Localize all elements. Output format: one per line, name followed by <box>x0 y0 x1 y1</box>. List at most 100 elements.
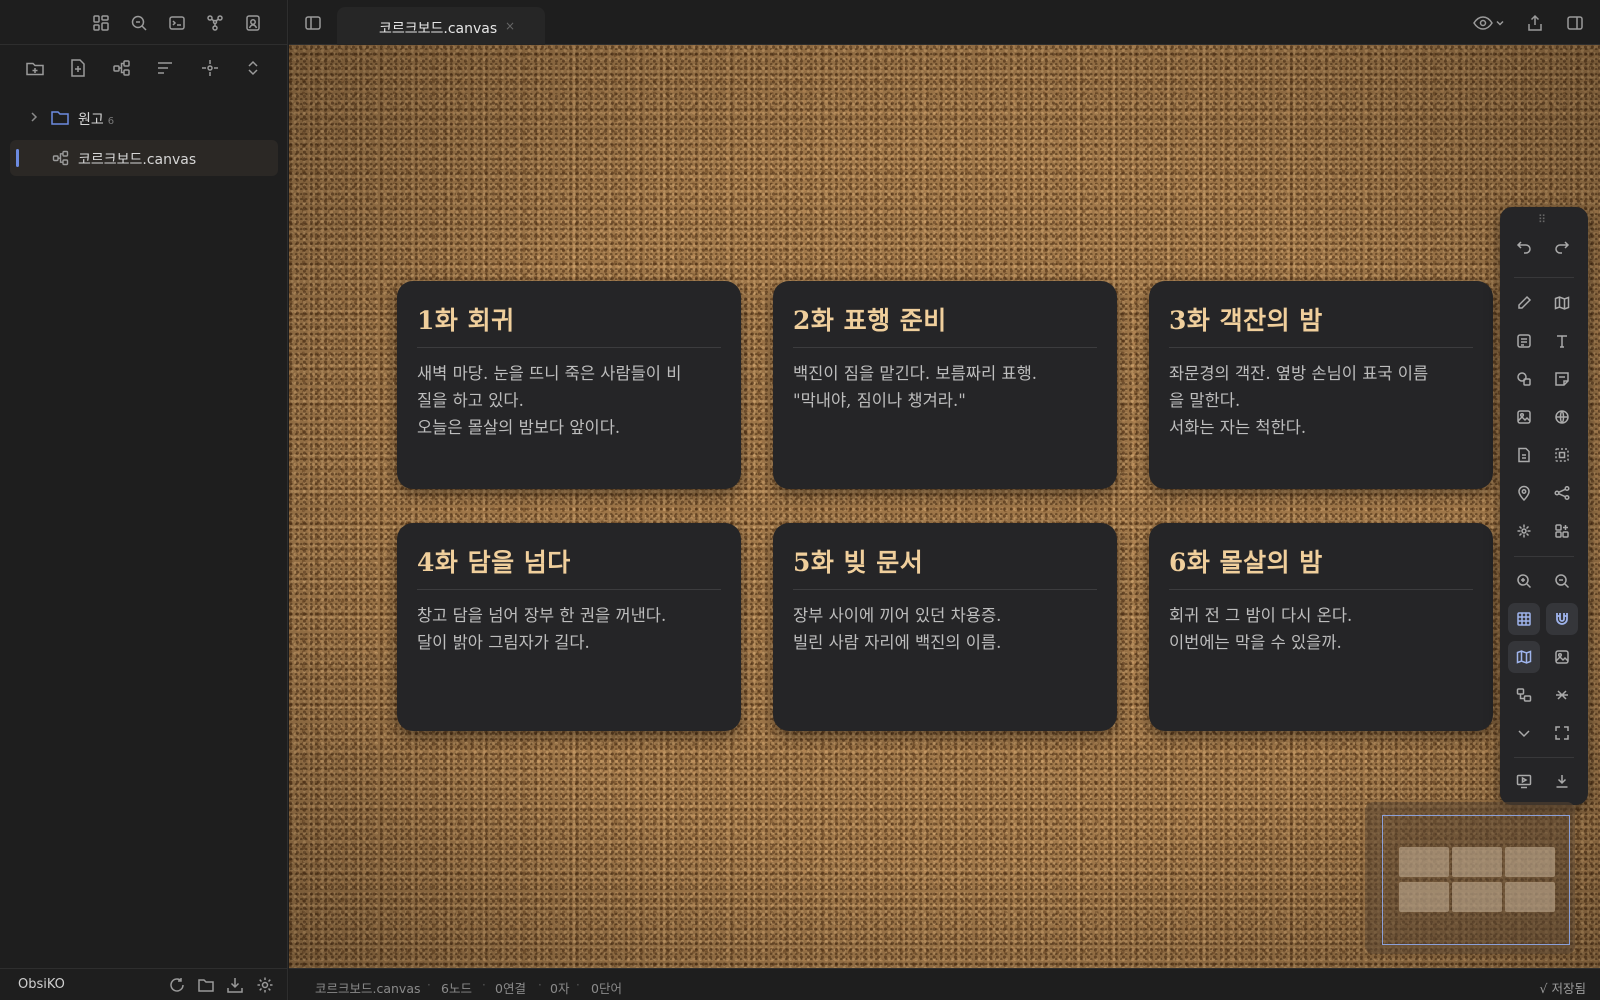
folder-icon[interactable] <box>196 975 216 995</box>
canvas-card[interactable]: 2화 표행 준비 백진이 짐을 맡긴다. 보름짜리 표행. "막내야, 짐이나 … <box>773 281 1117 489</box>
minimap-node <box>1505 882 1555 912</box>
sticky-note-icon[interactable] <box>1546 363 1578 395</box>
canvas-card[interactable]: 6화 몰살의 밤 회귀 전 그 밤이 다시 온다. 이번에는 막을 수 있을까. <box>1149 523 1493 731</box>
arrange-icon[interactable] <box>1508 679 1540 711</box>
card-body: 새벽 마당. 눈을 뜨니 죽은 사람들이 비 질을 하고 있다. 오늘은 몰살의… <box>417 364 682 437</box>
canvas-card[interactable]: 3화 객잔의 밤 좌문경의 객잔. 옆방 손님이 표국 이름 을 말한다. 서화… <box>1149 281 1493 489</box>
globe-icon[interactable] <box>1546 401 1578 433</box>
share-icon[interactable] <box>1523 11 1547 35</box>
status-word-count: 0단어 <box>591 981 622 996</box>
tree-item-label: 원고 6 <box>78 112 115 128</box>
canvas-card[interactable]: 4화 담을 넘다 창고 담을 넘어 장부 한 권을 꺼낸다. 달이 밝아 그림자… <box>397 523 741 731</box>
minimap-node <box>1452 847 1502 877</box>
folder-icon <box>50 109 70 127</box>
status-separator: · <box>427 978 431 992</box>
grid-toggle-icon[interactable] <box>1508 603 1540 635</box>
tab-title: 코르크보드.canvas <box>379 21 498 37</box>
status-char-count: 0자 <box>550 981 570 996</box>
settings-icon[interactable] <box>255 975 275 995</box>
new-canvas-icon[interactable] <box>110 56 134 80</box>
card-body: 창고 담을 넘어 장부 한 권을 꺼낸다. 달이 밝아 그림자가 길다. <box>417 606 667 652</box>
presentation-icon[interactable] <box>1508 765 1540 797</box>
undo-icon[interactable] <box>1508 231 1540 263</box>
connect-icon[interactable] <box>1546 477 1578 509</box>
tab-corkboard[interactable]: 코르크보드.canvas × <box>337 7 545 45</box>
contact-card-icon[interactable] <box>241 11 265 35</box>
collapse-icon[interactable] <box>1546 679 1578 711</box>
pencil-icon[interactable] <box>1508 287 1540 319</box>
chevron-right-icon[interactable] <box>28 111 40 123</box>
tab-close-icon[interactable]: × <box>505 19 515 33</box>
minimap-node <box>1399 882 1449 912</box>
vault-bar: ObsiKO <box>0 968 288 1000</box>
new-folder-icon[interactable] <box>23 56 47 80</box>
card-body: 장부 사이에 끼어 있던 차용증. 빌린 사람 자리에 백진의 이름. <box>793 606 1002 652</box>
group-select-icon[interactable] <box>1546 439 1578 471</box>
add-widget-icon[interactable] <box>1546 515 1578 547</box>
tree-folder-manuscript[interactable]: 원고 6 <box>10 100 278 136</box>
minimap-toggle-icon[interactable] <box>1508 641 1540 673</box>
toolbar-separator <box>1514 556 1574 557</box>
minimap-node <box>1505 847 1555 877</box>
download-icon[interactable] <box>225 975 245 995</box>
layout-grid-icon[interactable] <box>89 11 113 35</box>
reveal-file-icon[interactable] <box>198 56 222 80</box>
zoom-in-icon[interactable] <box>1508 565 1540 597</box>
graph-icon[interactable] <box>203 11 227 35</box>
status-edge-count: 0연결 <box>495 981 526 996</box>
text-card-icon[interactable] <box>1508 325 1540 357</box>
minimap-viewport[interactable] <box>1382 815 1570 945</box>
minimap-node <box>1452 882 1502 912</box>
location-pin-icon[interactable] <box>1508 477 1540 509</box>
canvas-card[interactable]: 5화 빚 문서 장부 사이에 끼어 있던 차용증. 빌린 사람 자리에 백진의 … <box>773 523 1117 731</box>
map-icon[interactable] <box>1546 287 1578 319</box>
export-download-icon[interactable] <box>1546 765 1578 797</box>
chevron-down-icon[interactable] <box>1508 717 1540 749</box>
sort-icon[interactable] <box>153 56 177 80</box>
canvas-card[interactable]: 1화 회귀 새벽 마당. 눈을 뜨니 죽은 사람들이 비 질을 하고 있다. 오… <box>397 281 741 489</box>
magnet-snap-icon[interactable] <box>1546 603 1578 635</box>
redo-icon[interactable] <box>1546 231 1578 263</box>
fullscreen-icon[interactable] <box>1546 717 1578 749</box>
terminal-icon[interactable] <box>165 11 189 35</box>
sidebar-ribbon <box>0 0 288 45</box>
status-bar: 코르크보드.canvas · 6노드 · 0연결 · 0자 · 0단어 √ 저장… <box>289 968 1600 1000</box>
card-title: 2화 표행 준비 <box>793 301 1097 348</box>
card-title: 5화 빚 문서 <box>793 543 1097 590</box>
sparkle-icon[interactable] <box>1508 515 1540 547</box>
drag-handle-icon[interactable]: ⠿ <box>1538 213 1546 226</box>
status-saved: √ 저장됨 <box>1539 981 1586 996</box>
background-image-icon[interactable] <box>1546 641 1578 673</box>
left-sidebar: 원고 6 코르크보드.canvas ObsiKO <box>0 0 288 1000</box>
shapes-icon[interactable] <box>1508 363 1540 395</box>
status-node-count: 6노드 <box>441 981 472 996</box>
status-separator: · <box>576 978 580 992</box>
card-body: 좌문경의 객잔. 옆방 손님이 표국 이름 을 말한다. 서화는 자는 척한다. <box>1169 364 1429 437</box>
search-icon[interactable] <box>127 11 151 35</box>
folder-count: 6 <box>107 116 115 127</box>
zoom-out-icon[interactable] <box>1546 565 1578 597</box>
card-body: 백진이 짐을 맡긴다. 보름짜리 표행. "막내야, 짐이나 챙겨라." <box>793 364 1037 410</box>
card-title: 1화 회귀 <box>417 301 721 348</box>
vault-switcher[interactable]: ObsiKO <box>18 977 65 992</box>
canvas-file-icon <box>52 149 70 167</box>
tree-file-corkboard[interactable]: 코르크보드.canvas <box>10 140 278 176</box>
view-mode-icon[interactable] <box>1469 11 1509 35</box>
tab-bar: 코르크보드.canvas × <box>289 0 1600 45</box>
text-icon[interactable] <box>1546 325 1578 357</box>
collapse-all-icon[interactable] <box>241 56 265 80</box>
image-icon[interactable] <box>1508 401 1540 433</box>
status-separator: · <box>538 978 542 992</box>
right-sidebar-toggle-icon[interactable] <box>1563 11 1587 35</box>
canvas-toolbar: ⠿ <box>1500 207 1588 805</box>
card-title: 6화 몰살의 밤 <box>1169 543 1473 590</box>
toolbar-separator <box>1514 757 1574 758</box>
new-file-icon[interactable] <box>66 56 90 80</box>
file-icon[interactable] <box>1508 439 1540 471</box>
sidebar-toggle-icon[interactable] <box>301 11 325 35</box>
status-file-name: 코르크보드.canvas <box>315 981 421 996</box>
card-title: 3화 객잔의 밤 <box>1169 301 1473 348</box>
sync-icon[interactable] <box>167 975 187 995</box>
canvas-minimap[interactable] <box>1365 802 1575 954</box>
minimap-node <box>1399 847 1449 877</box>
